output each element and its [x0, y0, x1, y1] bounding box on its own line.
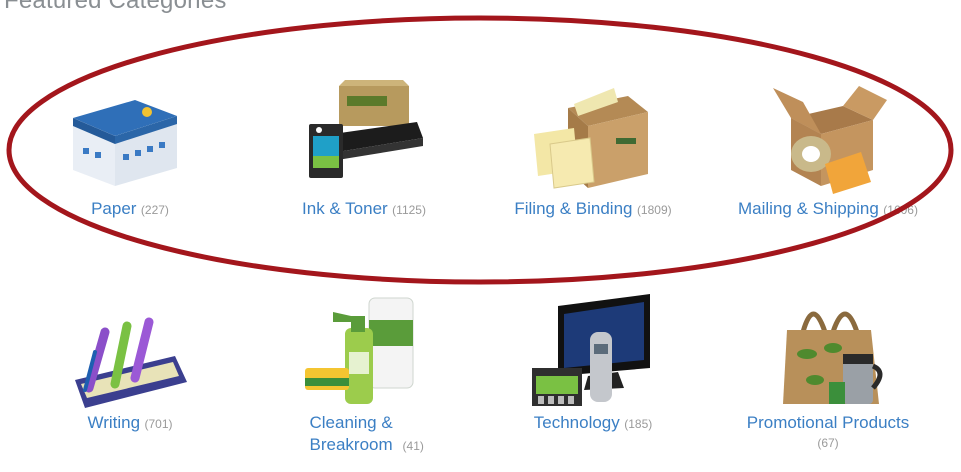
- category-label[interactable]: Filing & Binding: [514, 199, 632, 218]
- category-tile-filing-binding[interactable]: Filing & Binding (1809): [493, 78, 693, 220]
- category-count: (185): [624, 417, 653, 431]
- category-count: (1809): [636, 203, 672, 217]
- pens-highlighters-icon: [65, 292, 195, 412]
- category-count: (1606): [883, 203, 918, 217]
- category-label[interactable]: Technology: [534, 413, 620, 432]
- cleaning-supplies-icon: [299, 292, 429, 412]
- monitor-phone-icon: [528, 292, 658, 412]
- file-box-icon: [528, 78, 658, 198]
- category-label[interactable]: Ink & Toner: [302, 199, 388, 218]
- category-label[interactable]: Cleaning & Breakroom: [286, 412, 416, 456]
- ink-toner-icon: [299, 78, 429, 198]
- category-tile-technology[interactable]: Technology (185): [493, 292, 693, 434]
- category-count: (701): [144, 417, 173, 431]
- category-count: (41): [402, 439, 424, 453]
- category-tile-writing[interactable]: Writing (701): [30, 292, 230, 434]
- category-count: (1125): [392, 203, 426, 217]
- shipping-box-icon: [763, 78, 893, 198]
- category-tile-ink-toner[interactable]: Ink & Toner (1125): [264, 78, 464, 220]
- category-count: (227): [140, 203, 169, 217]
- category-count: (67): [817, 436, 839, 450]
- section-heading: Featured Categories: [4, 0, 227, 14]
- category-label[interactable]: Writing: [87, 413, 140, 432]
- category-label[interactable]: Promotional Products: [747, 413, 910, 432]
- category-tile-mailing-shipping[interactable]: Mailing & Shipping (1606): [728, 78, 928, 220]
- tote-mug-icon: [763, 292, 893, 412]
- paper-ream-icon: [65, 78, 195, 198]
- category-label[interactable]: Paper: [91, 199, 136, 218]
- category-tile-paper[interactable]: Paper (227): [30, 78, 230, 220]
- category-tile-cleaning-breakroom[interactable]: Cleaning & Breakroom (41): [264, 292, 464, 456]
- category-tile-promotional-products[interactable]: Promotional Products (67): [728, 292, 928, 452]
- category-label[interactable]: Mailing & Shipping: [738, 199, 879, 218]
